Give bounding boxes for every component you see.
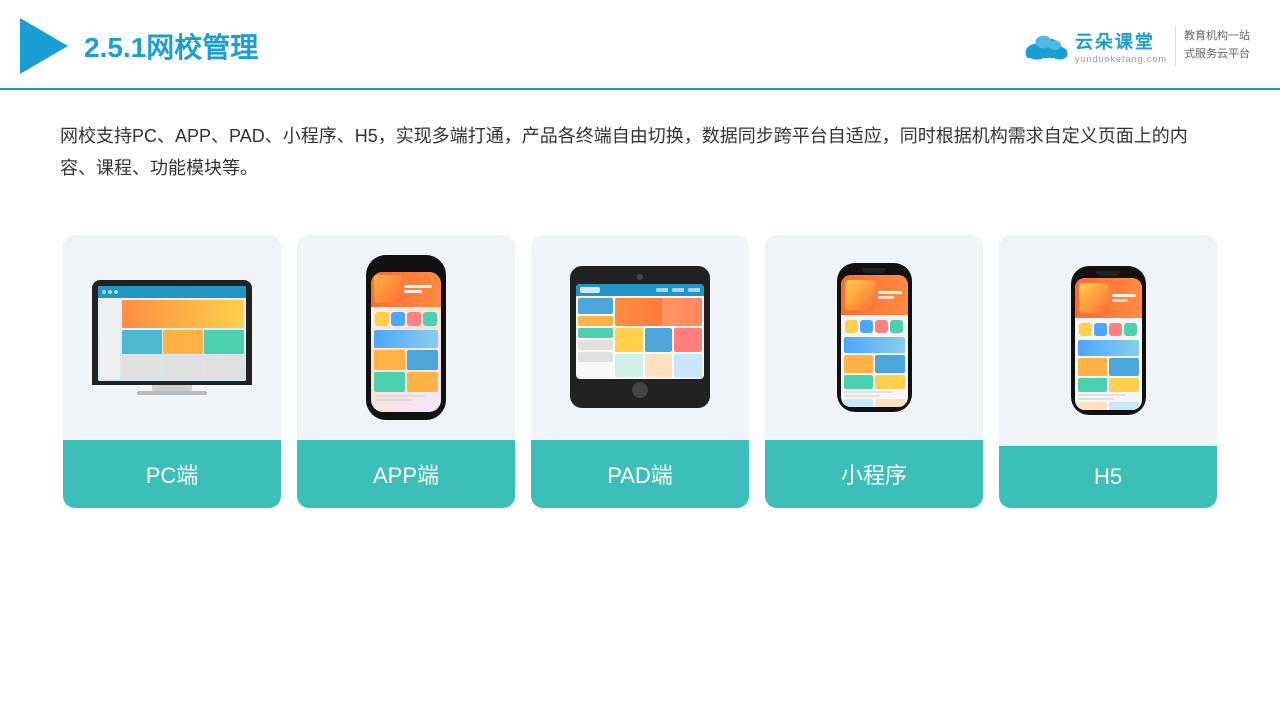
card-pc-image — [63, 235, 281, 440]
cloud-svg-icon — [1021, 30, 1069, 62]
card-app-label: APP端 — [297, 440, 515, 508]
brand-name: 云朵课堂 yunduoketang.com — [1075, 28, 1167, 64]
card-miniprogram-image — [765, 235, 983, 440]
card-pad-label: PAD端 — [531, 440, 749, 508]
logo-triangle-icon — [20, 18, 68, 74]
card-h5-image — [999, 235, 1217, 446]
card-pad: PAD端 — [531, 235, 749, 508]
header-left: 2.5.1网校管理 — [20, 18, 258, 74]
card-app: APP端 — [297, 235, 515, 508]
brand-icon: 云朵课堂 yunduoketang.com — [1021, 28, 1167, 64]
card-pad-image — [531, 235, 749, 440]
card-h5-label: H5 — [999, 446, 1217, 508]
brand-logo: 云朵课堂 yunduoketang.com 教育机构一站 式服务云平台 — [1021, 26, 1250, 66]
header: 2.5.1网校管理 云朵课堂 yunduoketang.com 教育机构一站 式… — [0, 0, 1280, 90]
card-pc: PC端 — [63, 235, 281, 508]
h5-phone-mockup — [1071, 266, 1146, 415]
card-pc-label: PC端 — [63, 440, 281, 508]
app-phone-mockup — [366, 255, 446, 420]
tablet-mockup — [570, 266, 710, 408]
platform-cards: PC端 — [0, 215, 1280, 528]
brand-divider — [1175, 26, 1176, 66]
card-h5: H5 — [999, 235, 1217, 508]
pc-mockup — [92, 280, 252, 395]
card-miniprogram: 小程序 — [765, 235, 983, 508]
description-text: 网校支持PC、APP、PAD、小程序、H5，实现多端打通，产品各终端自由切换，数… — [0, 90, 1280, 205]
brand-tagline: 教育机构一站 式服务云平台 — [1184, 28, 1250, 63]
card-miniprogram-label: 小程序 — [765, 440, 983, 508]
card-app-image — [297, 235, 515, 440]
miniprogram-phone-mockup — [837, 263, 912, 412]
page-title: 2.5.1网校管理 — [84, 26, 258, 66]
